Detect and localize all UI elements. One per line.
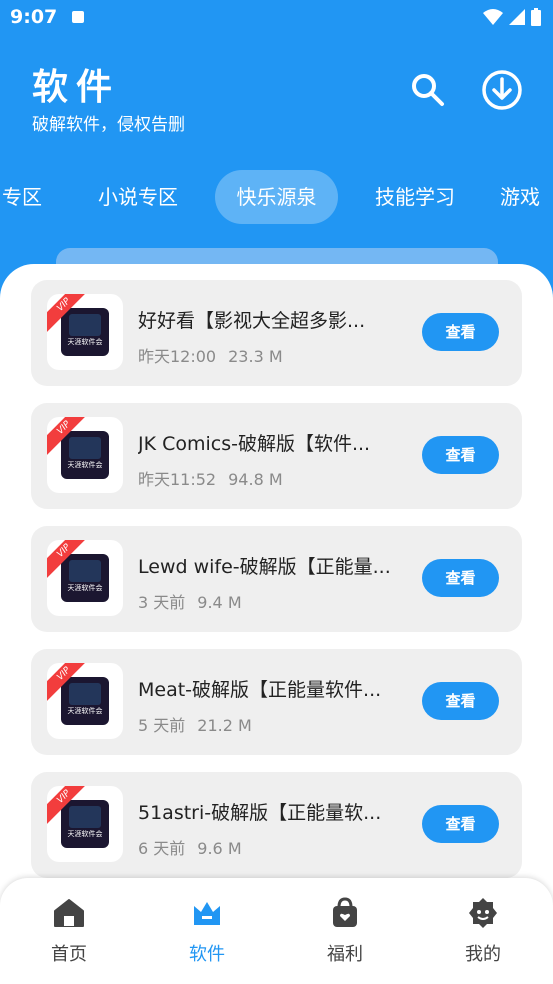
search-icon [412,74,444,106]
tab-fun[interactable]: 快乐源泉 [215,170,338,224]
list-item[interactable]: 天涯软件会 VIP Lewd wife-破解版【正能量... 3 天前 9.4 M… [31,526,522,632]
signal-icon [509,9,525,25]
list-item[interactable]: 天涯软件会 VIP 好好看【影视大全超多影... 昨天12:00 23.3 M 查… [31,280,522,386]
profile-icon [469,898,497,928]
nav-item-home[interactable]: 首页 [29,896,109,966]
content-sheet: 天涯软件会 VIP 好好看【影视大全超多影... 昨天12:00 23.3 M 查… [0,264,553,984]
item-meta: 昨天11:52 94.8 M [138,470,283,489]
system-icons [483,8,541,26]
app-icon: 天涯软件会 VIP [47,786,123,862]
tab-skills[interactable]: 技能学习 [355,170,475,224]
status-bar: 9:07 [0,0,553,36]
notification-icon [72,11,84,23]
crown-icon [194,902,220,925]
view-button[interactable]: 查看 [422,559,499,597]
status-time: 9:07 [10,6,58,28]
item-title: Lewd wife-破解版【正能量... [138,556,391,578]
nav-label: 首页 [51,944,87,965]
app-icon: 天涯软件会 VIP [47,294,123,370]
view-button[interactable]: 查看 [422,436,499,474]
download-icon [482,70,522,110]
battery-icon [531,8,541,26]
page-subtitle: 破解软件，侵权告删 [32,115,185,135]
nav-item-software[interactable]: 软件 [167,896,247,966]
nav-item-welfare[interactable]: 福利 [305,896,385,966]
item-meta: 6 天前 9.6 M [138,839,242,858]
list-item[interactable]: 天涯软件会 VIP 51astri-破解版【正能量软... 6 天前 9.6 M … [31,772,522,878]
view-button[interactable]: 查看 [422,313,499,351]
wifi-icon [483,9,503,25]
item-title: 好好看【影视大全超多影... [138,310,366,332]
category-tabs: 专区 小说专区 快乐源泉 技能学习 游戏 [0,170,553,226]
item-title: JK Comics-破解版【软件... [138,433,371,455]
list-item[interactable]: 天涯软件会 VIP JK Comics-破解版【软件... 昨天11:52 94.… [31,403,522,509]
tab-games[interactable]: 游戏 [500,170,553,224]
nav-label: 福利 [327,944,363,965]
app-icon: 天涯软件会 VIP [47,417,123,493]
view-button[interactable]: 查看 [422,682,499,720]
item-title: 51astri-破解版【正能量软... [138,802,382,824]
nav-item-mine[interactable]: 我的 [443,896,523,966]
nav-label: 我的 [465,944,501,965]
home-icon [54,899,84,927]
app-icon: 天涯软件会 VIP [47,663,123,739]
page-title: 软件 [32,67,121,108]
list-item[interactable]: 天涯软件会 VIP Meat-破解版【正能量软件... 5 天前 21.2 M 查… [31,649,522,755]
bottom-nav: 首页 软件 福利 我的 [0,878,553,984]
item-meta: 昨天12:00 23.3 M [138,347,283,366]
gift-bag-icon [333,897,357,927]
app-icon: 天涯软件会 VIP [47,540,123,616]
item-meta: 5 天前 21.2 M [138,716,252,735]
item-meta: 3 天前 9.4 M [138,593,242,612]
download-button[interactable] [480,68,524,112]
tab-zone[interactable]: 专区 [0,170,46,224]
nav-label: 软件 [189,944,225,965]
view-button[interactable]: 查看 [422,805,499,843]
tab-novel[interactable]: 小说专区 [78,170,198,224]
item-title: Meat-破解版【正能量软件... [138,679,382,701]
search-button[interactable] [406,68,450,112]
